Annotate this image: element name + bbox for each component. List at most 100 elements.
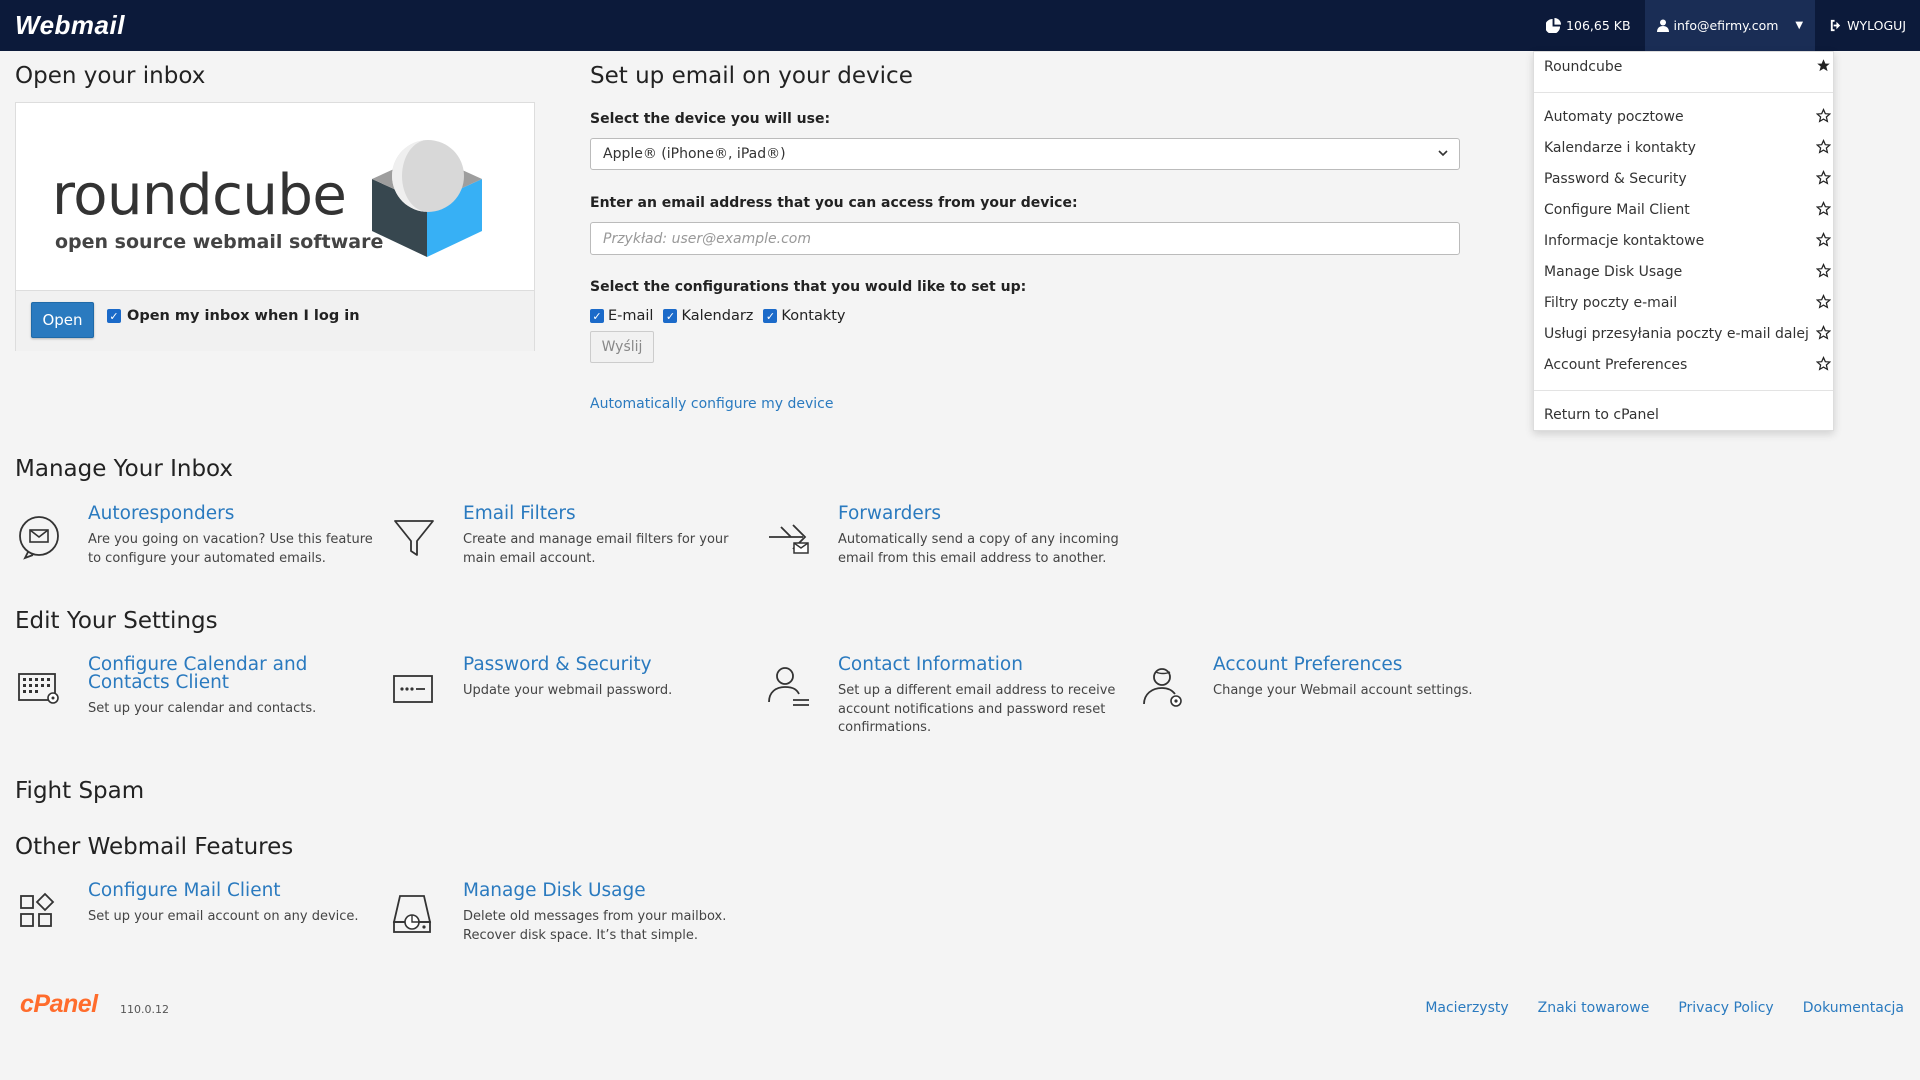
- dropdown-item-label: Configure Mail Client: [1544, 202, 1690, 218]
- star-outline-icon[interactable]: [1816, 201, 1831, 216]
- config-calendar-checkbox[interactable]: ✓: [663, 309, 678, 323]
- dropdown-item-label: Return to cPanel: [1544, 407, 1659, 423]
- email-label: Enter an email address that you can acce…: [590, 195, 1078, 211]
- forward-icon: [769, 524, 809, 554]
- cpanel-logo[interactable]: cPanel: [20, 990, 98, 1019]
- autoresponders-desc: Are you going on vacation? Use this feat…: [88, 532, 373, 566]
- email-filters-link[interactable]: Email Filters: [463, 504, 723, 523]
- contact-info-link[interactable]: Contact Information: [838, 655, 1098, 674]
- user-email: info@efirmy.com: [1673, 18, 1779, 33]
- other-heading: Other Webmail Features: [15, 834, 294, 860]
- config-contacts-checkbox[interactable]: ✓: [763, 309, 778, 323]
- roundcube-footer: Open ✓ Open my inbox when I log in: [16, 291, 534, 351]
- footer-link-home[interactable]: Macierzysty: [1425, 1000, 1508, 1016]
- top-bar: Webmail 106,65 KB info@efirmy.com ▼ WYLO…: [0, 0, 1920, 51]
- star-outline-icon[interactable]: [1816, 232, 1831, 247]
- dropdown-item-label: Informacje kontaktowe: [1544, 233, 1705, 249]
- device-select[interactable]: Apple® (iPhone®, iPad®): [590, 138, 1460, 170]
- star-outline-icon[interactable]: [1816, 356, 1831, 371]
- password-icon: [393, 675, 433, 703]
- footer-link-privacy[interactable]: Privacy Policy: [1678, 1000, 1773, 1016]
- disk-usage-indicator[interactable]: 106,65 KB: [1532, 0, 1644, 51]
- config-calendar[interactable]: ✓ Kalendarz: [663, 308, 753, 324]
- logout-icon: [1830, 19, 1841, 32]
- auto-configure-link[interactable]: Automatically configure my device: [590, 396, 833, 412]
- star-outline-icon[interactable]: [1816, 294, 1831, 309]
- roundcube-cube-icon: [372, 140, 482, 257]
- star-outline-icon[interactable]: [1816, 108, 1831, 123]
- dropdown-item-autoresponders[interactable]: Automaty pocztowe: [1544, 108, 1831, 125]
- footer-link-trademarks[interactable]: Znaki towarowe: [1538, 1000, 1650, 1016]
- dropdown-item-label: Account Preferences: [1544, 357, 1688, 373]
- dropdown-item-contact-info[interactable]: Informacje kontaktowe: [1544, 232, 1831, 249]
- config-contacts[interactable]: ✓ Kontakty: [763, 308, 846, 324]
- contact-icon: [768, 667, 809, 706]
- dropdown-item-label: Password & Security: [1544, 171, 1687, 187]
- setup-heading: Set up email on your device: [590, 63, 913, 89]
- account-prefs-icon: [1143, 668, 1182, 707]
- top-right-menu: 106,65 KB info@efirmy.com ▼ WYLOGUJ: [1532, 0, 1920, 51]
- star-filled-icon[interactable]: [1816, 58, 1831, 73]
- star-outline-icon[interactable]: [1816, 263, 1831, 278]
- open-button[interactable]: Open: [31, 302, 94, 338]
- dropdown-item-mail-client[interactable]: Configure Mail Client: [1544, 201, 1831, 218]
- star-outline-icon[interactable]: [1816, 139, 1831, 154]
- dropdown-item-label: Usługi przesyłania poczty e-mail dalej: [1544, 326, 1809, 342]
- star-outline-icon[interactable]: [1816, 325, 1831, 340]
- calendar-contacts-desc: Set up your calendar and contacts.: [88, 701, 317, 716]
- settings-heading: Edit Your Settings: [15, 608, 218, 634]
- dropdown-item-password[interactable]: Password & Security: [1544, 170, 1831, 187]
- dropdown-item-label: Kalendarze i kontakty: [1544, 140, 1696, 156]
- footer-links: Macierzysty Znaki towarowe Privacy Polic…: [1425, 1000, 1904, 1016]
- disk-usage-desc: Delete old messages from your mailbox. R…: [463, 909, 727, 943]
- config-email-checkbox[interactable]: ✓: [590, 309, 604, 323]
- configure-mail-client-desc: Set up your email account on any device.: [88, 909, 359, 924]
- star-outline-icon[interactable]: [1816, 170, 1831, 185]
- dropdown-divider: [1534, 390, 1833, 391]
- dropdown-item-roundcube[interactable]: Roundcube: [1544, 59, 1830, 75]
- chevron-down-icon: ▼: [1795, 20, 1804, 31]
- device-select-value: Apple® (iPhone®, iPad®): [603, 146, 786, 162]
- account-prefs-link[interactable]: Account Preferences: [1213, 655, 1473, 674]
- disk-icon: [392, 895, 432, 933]
- user-dropdown-menu: Roundcube Automaty pocztowe Kalendarze i…: [1533, 51, 1834, 431]
- dropdown-item-disk-usage[interactable]: Manage Disk Usage: [1544, 263, 1831, 280]
- pie-chart-icon: [1546, 18, 1562, 33]
- dropdown-item-account-prefs[interactable]: Account Preferences: [1544, 356, 1831, 373]
- logout-button[interactable]: WYLOGUJ: [1815, 0, 1920, 51]
- calendar-contacts-link[interactable]: Configure Calendar and Contacts Client: [88, 655, 348, 692]
- calendar-icon: [18, 673, 59, 704]
- contact-info-desc: Set up a different email address to rece…: [838, 683, 1116, 735]
- roundcube-logo[interactable]: roundcube open source webmail software: [16, 103, 534, 291]
- footer-link-docs[interactable]: Dokumentacja: [1803, 1000, 1904, 1016]
- filter-icon: [394, 520, 434, 556]
- password-security-link[interactable]: Password & Security: [463, 655, 723, 674]
- cpanel-version: 110.0.12: [120, 1003, 169, 1016]
- dropdown-item-filters[interactable]: Filtry poczty e-mail: [1544, 294, 1831, 311]
- webmail-logo[interactable]: Webmail: [15, 10, 125, 41]
- dropdown-item-calendars[interactable]: Kalendarze i kontakty: [1544, 139, 1831, 156]
- config-email-label: E-mail: [608, 308, 654, 324]
- spam-heading: Fight Spam: [15, 778, 145, 804]
- roundcube-panel: roundcube open source webmail software O…: [15, 102, 535, 351]
- roundcube-tagline: open source webmail software: [55, 231, 384, 253]
- dropdown-item-forwarders[interactable]: Usługi przesyłania poczty e-mail dalej: [1544, 325, 1831, 342]
- forwarders-link[interactable]: Forwarders: [838, 504, 1098, 523]
- config-contacts-label: Kontakty: [781, 308, 846, 324]
- user-menu-button[interactable]: info@efirmy.com ▼: [1644, 0, 1816, 51]
- dropdown-item-label: Filtry poczty e-mail: [1544, 295, 1678, 311]
- autoresponders-link[interactable]: Autoresponders: [88, 504, 348, 523]
- send-button[interactable]: Wyślij: [590, 331, 654, 363]
- autoresponder-icon: [19, 516, 59, 560]
- dropdown-item-return-cpanel[interactable]: Return to cPanel: [1544, 407, 1824, 423]
- configure-mail-client-link[interactable]: Configure Mail Client: [88, 881, 348, 900]
- email-input[interactable]: Przykład: user@example.com: [590, 222, 1460, 255]
- email-filters-desc: Create and manage email filters for your…: [463, 532, 729, 566]
- dropdown-divider: [1534, 92, 1833, 93]
- disk-usage-link[interactable]: Manage Disk Usage: [463, 881, 723, 900]
- dropdown-item-label: Roundcube: [1544, 59, 1623, 75]
- config-email[interactable]: ✓ E-mail: [590, 308, 653, 324]
- open-on-login-checkbox[interactable]: ✓: [107, 309, 121, 323]
- manage-heading: Manage Your Inbox: [15, 456, 234, 482]
- device-label: Select the device you will use:: [590, 111, 831, 127]
